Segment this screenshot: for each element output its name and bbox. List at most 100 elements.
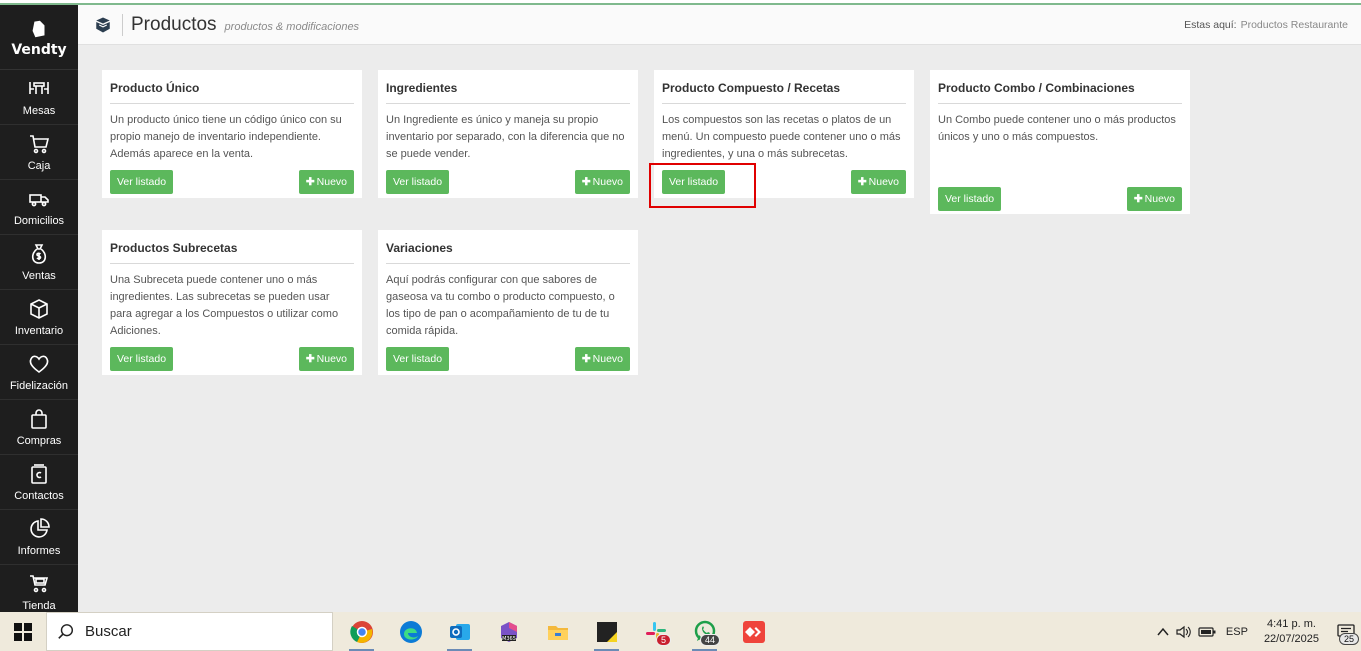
- sidebar-item-label: Tienda: [22, 600, 56, 612]
- contacts-icon: [31, 464, 47, 484]
- taskbar-sticky-notes[interactable]: [582, 612, 631, 651]
- sidebar-item-inventario[interactable]: Inventario: [0, 290, 78, 345]
- chevron-up-icon[interactable]: [1156, 625, 1170, 639]
- clock-time: 4:41 p. m.: [1267, 617, 1316, 630]
- taskbar-m365[interactable]: M365: [484, 612, 533, 651]
- plus-icon: ✚: [305, 353, 315, 365]
- card-title: Producto Único: [110, 70, 354, 104]
- taskbar-slack[interactable]: 5: [631, 612, 680, 651]
- battery-icon[interactable]: [1198, 626, 1216, 638]
- notification-center[interactable]: 25: [1331, 612, 1361, 651]
- ver-listado-button[interactable]: Ver listado: [386, 347, 450, 371]
- plus-icon: ✚: [581, 353, 591, 365]
- header-divider: [122, 13, 123, 36]
- card-title: Ingredientes: [386, 70, 630, 104]
- breadcrumb-link[interactable]: Productos Restaurante: [1241, 19, 1348, 31]
- nuevo-label: Nuevo: [592, 176, 623, 188]
- page-title: Productos: [131, 13, 217, 35]
- sidebar-item-mesas[interactable]: Mesas: [0, 70, 78, 125]
- windows-logo-icon: [14, 622, 32, 641]
- products-box-icon: [96, 17, 110, 32]
- sidebar-item-domicilios[interactable]: Domicilios: [0, 180, 78, 235]
- ver-listado-button[interactable]: Ver listado: [110, 347, 174, 371]
- pie-chart-icon: [30, 518, 50, 538]
- chrome-icon: [349, 620, 373, 643]
- nuevo-button[interactable]: ✚ Nuevo: [574, 347, 630, 371]
- plus-icon: ✚: [857, 176, 867, 188]
- notification-badge: 5: [655, 634, 671, 646]
- sidebar-item-caja[interactable]: Caja: [0, 125, 78, 180]
- system-tray: ESP 4:41 p. m. 22/07/2025 25: [1156, 612, 1361, 651]
- table-icon: [29, 82, 49, 94]
- plus-icon: ✚: [1133, 193, 1143, 205]
- card-description: Los compuestos son las recetas o platos …: [662, 114, 901, 160]
- anydesk-icon: [742, 620, 765, 643]
- sidebar-item-fidelizacion[interactable]: Fidelización: [0, 345, 78, 400]
- ver-listado-button[interactable]: Ver listado: [386, 170, 450, 194]
- taskbar-outlook[interactable]: [435, 612, 484, 651]
- card-description: Una Subreceta puede contener uno o más i…: [110, 274, 339, 337]
- sidebar-item-label: Informes: [17, 545, 61, 557]
- nuevo-button[interactable]: ✚ Nuevo: [298, 347, 354, 371]
- plus-icon: ✚: [305, 176, 315, 188]
- card-description: Un Ingrediente es único y maneja su prop…: [386, 114, 625, 160]
- card-variaciones: Variaciones Aquí podrás configurar con q…: [378, 230, 638, 375]
- sidebar-item-label: Compras: [16, 435, 62, 447]
- nuevo-button[interactable]: ✚ Nuevo: [850, 170, 906, 194]
- card-title: Productos Subrecetas: [110, 230, 354, 264]
- taskbar-file-explorer[interactable]: [533, 612, 582, 651]
- card-title: Producto Combo / Combinaciones: [938, 70, 1182, 104]
- vendty-logo-icon: [32, 20, 45, 37]
- cart-icon: [30, 135, 50, 154]
- start-button[interactable]: [0, 612, 46, 651]
- notification-badge: 44: [699, 634, 720, 646]
- taskbar-chrome[interactable]: [337, 612, 386, 651]
- nuevo-button[interactable]: ✚ Nuevo: [574, 170, 630, 194]
- sidebar-item-compras[interactable]: Compras: [0, 400, 78, 455]
- sidebar: Vendty Mesas Caja Domicilios Ventas Inve…: [0, 0, 78, 620]
- sidebar-item-label: Domicilios: [13, 215, 65, 227]
- sidebar-item-label: Contactos: [14, 490, 64, 502]
- nuevo-label: Nuevo: [592, 353, 623, 365]
- volume-icon[interactable]: [1176, 625, 1192, 639]
- card-producto-unico: Producto Único Un producto único tiene u…: [102, 70, 362, 198]
- notification-count: 25: [1338, 633, 1359, 645]
- store-icon: [30, 575, 49, 593]
- money-bag-icon: [31, 244, 47, 264]
- taskbar-search[interactable]: Buscar: [46, 612, 333, 651]
- ver-listado-button[interactable]: Ver listado: [110, 170, 174, 194]
- ver-listado-button[interactable]: Ver listado: [938, 187, 1002, 211]
- top-accent-line: [0, 0, 1361, 5]
- nuevo-label: Nuevo: [316, 353, 347, 365]
- card-ingredientes: Ingredientes Un Ingrediente es único y m…: [378, 70, 638, 198]
- breadcrumb-label: Estas aquí:: [1184, 18, 1237, 31]
- shopping-bag-icon: [31, 409, 47, 429]
- nuevo-button[interactable]: ✚ Nuevo: [1126, 187, 1182, 211]
- search-placeholder: Buscar: [85, 623, 132, 640]
- sidebar-item-label: Ventas: [22, 270, 56, 282]
- truck-icon: [29, 194, 49, 207]
- plus-icon: ✚: [581, 176, 591, 188]
- taskbar-whatsapp[interactable]: 44: [680, 612, 729, 651]
- nuevo-label: Nuevo: [1144, 193, 1175, 205]
- windows-taskbar: Buscar M365 5 44 ESP 4:41 p. m. 22/07/20…: [0, 612, 1361, 651]
- clock[interactable]: 4:41 p. m. 22/07/2025: [1264, 617, 1319, 647]
- language-indicator[interactable]: ESP: [1226, 626, 1248, 638]
- box-icon: [30, 299, 48, 319]
- vendty-logo[interactable]: Vendty: [0, 0, 78, 70]
- logo-text: Vendty: [11, 41, 67, 58]
- svg-text:M365: M365: [502, 636, 516, 642]
- sidebar-item-label: Caja: [27, 160, 51, 172]
- nuevo-label: Nuevo: [868, 176, 899, 188]
- taskbar-anydesk[interactable]: [729, 612, 778, 651]
- sidebar-item-informes[interactable]: Informes: [0, 510, 78, 565]
- sidebar-item-ventas[interactable]: Ventas: [0, 235, 78, 290]
- taskbar-edge[interactable]: [386, 612, 435, 651]
- outlook-icon: [449, 623, 470, 640]
- card-productos-subrecetas: Productos Subrecetas Una Subreceta puede…: [102, 230, 362, 375]
- card-producto-combo: Producto Combo / Combinaciones Un Combo …: [930, 70, 1190, 214]
- nuevo-button[interactable]: ✚ Nuevo: [298, 170, 354, 194]
- sidebar-item-contactos[interactable]: Contactos: [0, 455, 78, 510]
- heart-icon: [29, 355, 49, 373]
- card-description: Un Combo puede contener uno o más produc…: [938, 114, 1176, 143]
